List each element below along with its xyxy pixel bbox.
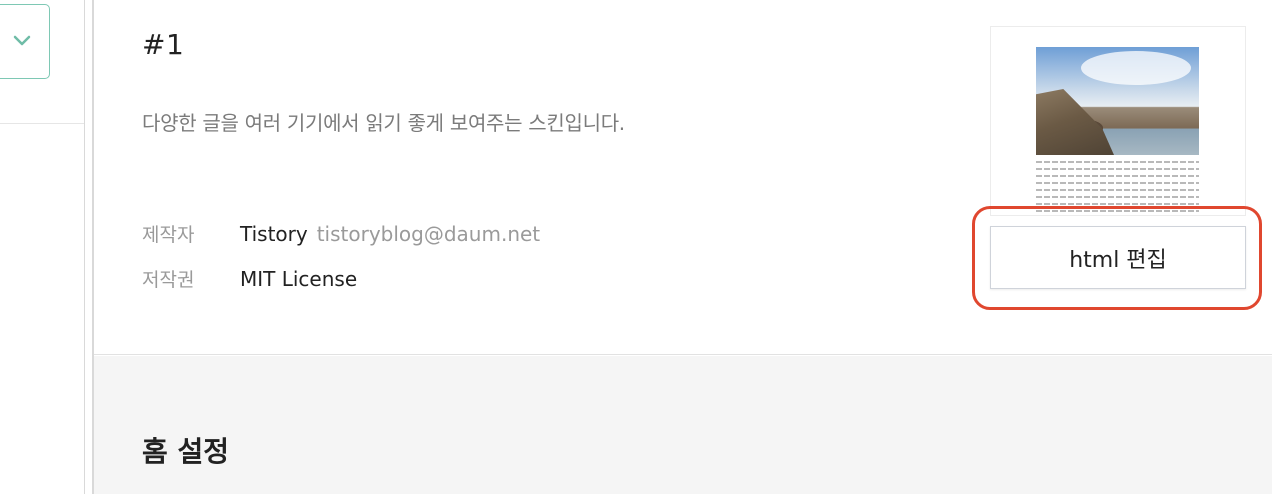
skin-thumbnail: [990, 26, 1246, 216]
home-settings-section: 홈 설정: [94, 356, 1272, 494]
skin-description: 다양한 글을 여러 기기에서 읽기 좋게 보여주는 스킨입니다.: [142, 111, 625, 135]
license-value: MIT License: [240, 267, 358, 291]
chevron-down-icon: [13, 32, 31, 51]
license-label: 저작권: [142, 269, 195, 291]
sidebar-divider: [0, 123, 84, 124]
skin-info-card: #1 다양한 글을 여러 기기에서 읽기 좋게 보여주는 스킨입니다. 제작자 …: [94, 0, 1272, 355]
dropdown-toggle-button[interactable]: [0, 4, 50, 79]
sidebar: [0, 0, 84, 494]
author-label: 제작자: [142, 224, 195, 246]
home-settings-title: 홈 설정: [142, 435, 230, 468]
panel-divider: [84, 0, 85, 494]
author-email: tistoryblog@daum.net: [316, 222, 541, 246]
author-name: Tistory: [240, 222, 308, 246]
thumbnail-cloud: [1081, 51, 1191, 85]
skin-title: #1: [142, 28, 185, 61]
html-edit-button[interactable]: html 편집: [990, 226, 1246, 289]
license-row: 저작권 MIT License: [142, 265, 357, 292]
author-row: 제작자 Tistory tistoryblog@daum.net: [142, 220, 540, 247]
